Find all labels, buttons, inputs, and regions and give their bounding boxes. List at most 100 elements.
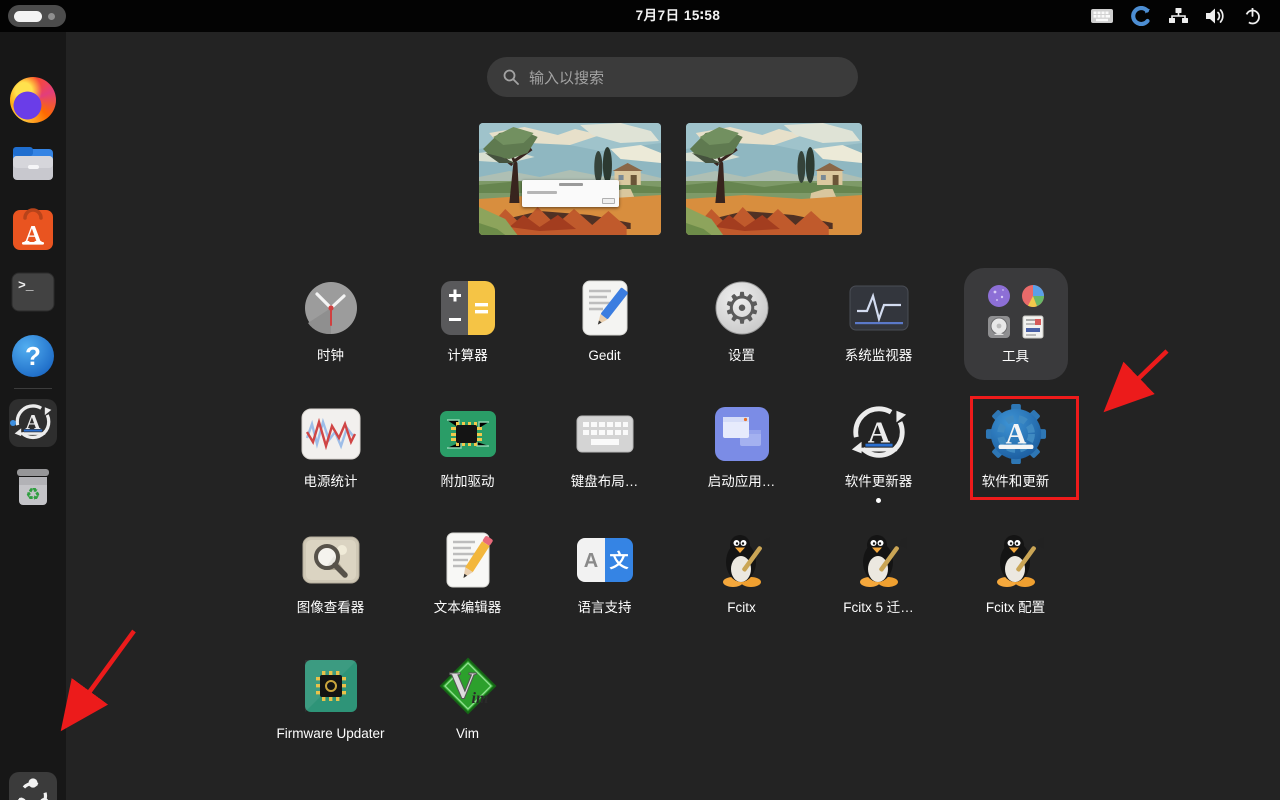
app-tile-system-monitor[interactable]: 系统监视器 [810, 266, 947, 392]
search-icon [503, 69, 519, 85]
workspace-thumbnail-1[interactable] [479, 123, 661, 235]
top-bar: 7月7日 15∶58 [0, 0, 1280, 32]
app-label: 电源统计 [304, 474, 358, 491]
calculator-icon [440, 280, 496, 336]
status-area[interactable] [1082, 0, 1270, 32]
app-label: 文本编辑器 [434, 600, 502, 617]
power-icon[interactable] [1235, 0, 1270, 32]
app-tile-vim[interactable]: Vim Vim [399, 644, 536, 770]
running-indicator-dot [10, 420, 16, 426]
drivers-chip-icon [439, 410, 497, 458]
svg-text:?: ? [25, 341, 41, 371]
app-label: 软件更新器 [845, 474, 913, 491]
annotation-arrow-to-software-and-updates [1110, 351, 1167, 406]
app-tile-calculator[interactable]: 计算器 [399, 266, 536, 392]
updater-dialog-miniature [522, 180, 619, 207]
ubuntu-software-icon: A [10, 204, 56, 252]
workspace-thumbnail-2[interactable] [686, 123, 862, 235]
gedit-icon [577, 279, 633, 337]
app-tile-language-support[interactable]: A文 语言支持 [536, 518, 673, 644]
svg-text:文: 文 [609, 549, 629, 572]
app-tile-fcitx[interactable]: Fcitx [673, 518, 810, 644]
dock-item-software-updater[interactable]: A [9, 399, 57, 447]
svg-text:⚙: ⚙ [722, 284, 761, 334]
running-indicator-dot [876, 498, 881, 503]
app-folder-tools[interactable]: 工具 [947, 266, 1084, 392]
svg-text:A: A [583, 550, 597, 572]
volume-icon[interactable] [1197, 0, 1235, 32]
vim-icon: Vim [439, 657, 497, 715]
app-label: Fcitx [727, 600, 756, 617]
fcitx-input-icon[interactable] [1122, 0, 1160, 32]
show-apps-button[interactable] [9, 772, 57, 800]
tux-penguin-icon [851, 532, 907, 588]
trash-icon: ♻ [10, 464, 56, 510]
app-label: 系统监视器 [845, 348, 913, 365]
svg-text:im: im [471, 690, 488, 707]
power-stats-icon [301, 408, 361, 460]
ubuntu-logo-icon [13, 776, 53, 800]
dock-item-help[interactable]: ? [9, 332, 57, 380]
terminal-icon: >_ [10, 271, 56, 313]
help-icon: ? [10, 333, 56, 379]
workspace-dot [48, 13, 55, 20]
app-tile-software-updater[interactable]: A 软件更新器 [810, 392, 947, 518]
dock-item-terminal[interactable]: >_ [9, 268, 57, 316]
app-tile-clock[interactable]: 时钟 [262, 266, 399, 392]
dock-item-ubuntu-software[interactable]: A [9, 204, 57, 252]
app-tile-power-statistics[interactable]: 电源统计 [262, 392, 399, 518]
app-tile-text-editor[interactable]: 文本编辑器 [399, 518, 536, 644]
svg-text:♻: ♻ [25, 485, 40, 504]
search-input[interactable]: 输入以搜索 [487, 57, 858, 97]
active-workspace-pill [14, 11, 42, 22]
app-tile-gedit[interactable]: Gedit [536, 266, 673, 392]
mini-document-icon [1021, 315, 1045, 339]
app-label: Gedit [588, 348, 620, 365]
app-tile-fcitx5-migration[interactable]: Fcitx 5 迁… [810, 518, 947, 644]
dock-item-firefox[interactable] [9, 76, 57, 124]
tux-penguin-icon [714, 532, 770, 588]
firefox-icon [10, 77, 56, 123]
clock[interactable]: 7月7日 15∶58 [636, 0, 721, 32]
dock-item-files[interactable] [9, 140, 57, 188]
clock-icon [302, 279, 360, 337]
app-label: 软件和更新 [982, 474, 1050, 491]
app-tile-additional-drivers[interactable]: 附加驱动 [399, 392, 536, 518]
network-icon[interactable] [1160, 0, 1197, 32]
workspace-indicator[interactable] [8, 5, 66, 27]
tux-penguin-icon [988, 532, 1044, 588]
software-and-updates-icon: A [985, 403, 1047, 465]
startup-apps-icon [714, 406, 770, 462]
app-tile-settings[interactable]: ⚙ 设置 [673, 266, 810, 392]
app-label: Fcitx 配置 [986, 600, 1045, 617]
dock-separator [14, 388, 52, 389]
app-label: 设置 [728, 348, 755, 365]
search-placeholder: 输入以搜索 [529, 67, 604, 88]
text-editor-icon [440, 531, 496, 589]
software-updater-icon: A [848, 403, 910, 465]
keyboard-icon[interactable] [1082, 0, 1122, 32]
image-viewer-icon [302, 536, 360, 584]
app-tile-software-and-updates[interactable]: A 软件和更新 [947, 392, 1084, 518]
app-label: Vim [456, 726, 479, 743]
app-grid: 时钟 计算器 Gedit ⚙ 设置 系统监视器 工具 电源统 [262, 266, 1084, 770]
gear-icon: ⚙ [713, 279, 771, 337]
app-tile-startup-applications[interactable]: 启动应用… [673, 392, 810, 518]
app-label: 计算器 [447, 348, 488, 365]
files-icon [10, 141, 56, 187]
app-tile-image-viewer[interactable]: 图像查看器 [262, 518, 399, 644]
app-tile-firmware-updater[interactable]: Firmware Updater [262, 644, 399, 770]
app-label: 时钟 [317, 348, 344, 365]
app-tile-fcitx-config[interactable]: Fcitx 配置 [947, 518, 1084, 644]
app-label: Fcitx 5 迁… [843, 600, 914, 617]
folder-label: 工具 [1002, 349, 1029, 366]
dock-item-trash[interactable]: ♻ [9, 463, 57, 511]
annotation-arrow-to-show-apps [66, 631, 134, 724]
system-monitor-icon [849, 285, 909, 331]
app-label: 键盘布局… [571, 474, 639, 491]
app-label: 启动应用… [708, 474, 776, 491]
app-tile-keyboard-layout[interactable]: 键盘布局… [536, 392, 673, 518]
mini-globe-icon [987, 284, 1011, 308]
app-label: 语言支持 [578, 600, 632, 617]
dock: A >_ ? A ♻ [0, 32, 66, 800]
